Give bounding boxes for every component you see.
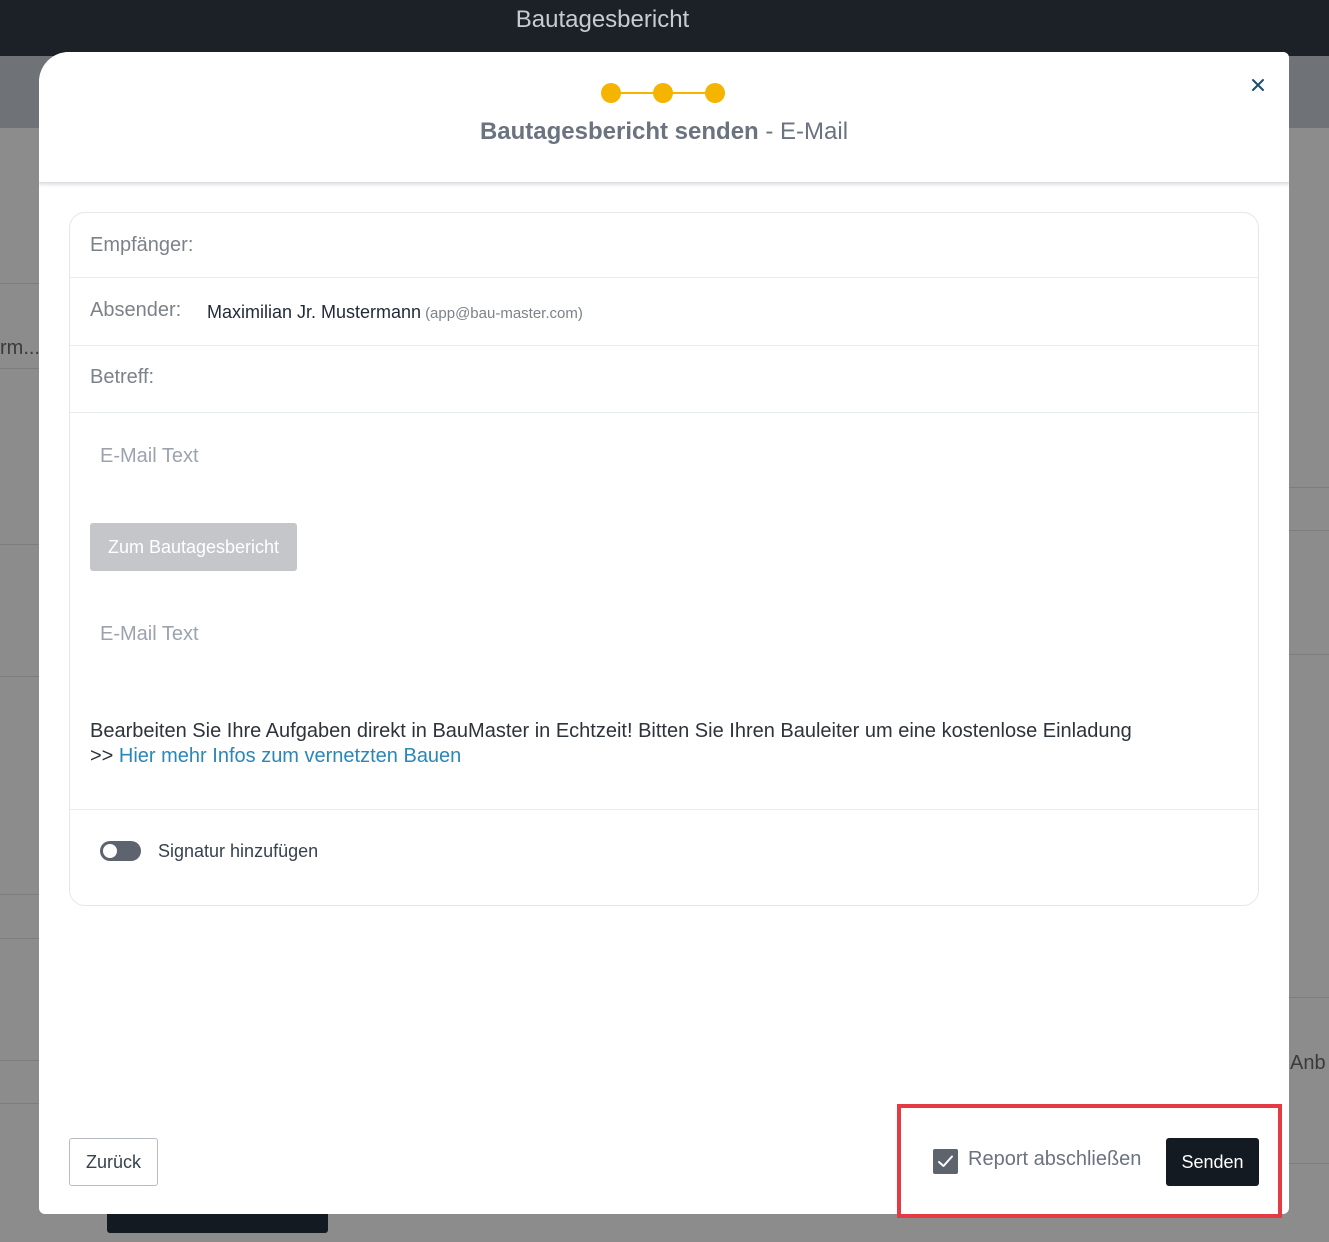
bg-divider	[0, 676, 39, 677]
step-connector	[671, 92, 707, 94]
signature-toggle[interactable]	[100, 841, 141, 861]
bg-divider	[1289, 530, 1329, 531]
bg-divider	[0, 368, 39, 369]
modal-title: Bautagesbericht senden - E-Mail	[39, 118, 1289, 146]
close-icon[interactable]	[1247, 74, 1269, 96]
card-divider	[70, 809, 1258, 810]
bg-divider	[0, 894, 39, 895]
info-paragraph: Bearbeiten Sie Ihre Aufgaben direkt in B…	[90, 719, 1240, 769]
recipient-label: Empfänger:	[90, 234, 194, 256]
bg-truncated-text: rm...	[0, 337, 40, 359]
sender-name: Maximilian Jr. Mustermann	[207, 302, 422, 322]
modal-title-main: Bautagesbericht senden	[479, 118, 759, 145]
email-form-card: Empfänger: Absender: Maximilian Jr. Must…	[69, 212, 1259, 906]
modal-title-suffix: - E-Mail	[758, 118, 849, 145]
info-text: Bearbeiten Sie Ihre Aufgaben direkt in B…	[90, 720, 1132, 742]
email-text-field-top[interactable]: E-Mail Text	[100, 445, 199, 468]
bg-divider	[1289, 487, 1329, 488]
step-dot-3	[705, 83, 725, 103]
bg-divider	[0, 544, 39, 545]
email-text-field-bottom[interactable]: E-Mail Text	[100, 623, 199, 646]
info-prefix: >>	[90, 745, 119, 767]
sender-value: Maximilian Jr. Mustermann (app@bau-master…	[207, 302, 583, 323]
bg-divider	[1289, 1163, 1329, 1164]
send-button[interactable]: Senden	[1166, 1138, 1259, 1186]
check-icon	[938, 1155, 953, 1167]
back-button[interactable]: Zurück	[69, 1138, 158, 1186]
recipient-row[interactable]: Empfänger:	[70, 213, 1258, 278]
sender-label: Absender:	[90, 299, 182, 321]
bg-divider	[0, 283, 39, 284]
step-dot-1	[601, 83, 621, 103]
modal-header: Bautagesbericht senden - E-Mail	[39, 52, 1289, 183]
finish-report-label[interactable]: Report abschließen	[968, 1148, 1141, 1171]
subject-label: Betreff:	[90, 366, 155, 388]
send-report-modal: Bautagesbericht senden - E-Mail Empfänge…	[39, 52, 1289, 1214]
bg-truncated-text: Anb	[1290, 1052, 1326, 1074]
step-connector	[619, 92, 655, 94]
signature-toggle-label: Signatur hinzufügen	[158, 841, 319, 861]
bg-divider	[1289, 654, 1329, 655]
subject-row[interactable]: Betreff:	[70, 346, 1258, 413]
bg-divider	[0, 1103, 39, 1104]
app-topbar: Bautagesbericht	[0, 0, 1329, 56]
open-report-button[interactable]: Zum Bautagesbericht	[90, 523, 297, 571]
finish-report-checkbox[interactable]	[933, 1149, 958, 1174]
step-dot-2	[653, 83, 673, 103]
sender-row: Absender: Maximilian Jr. Mustermann (app@…	[70, 278, 1258, 346]
progress-stepper	[601, 83, 727, 103]
bg-divider	[1289, 997, 1329, 998]
app-title: Bautagesbericht	[515, 6, 690, 33]
sender-email: (app@bau-master.com)	[425, 305, 583, 322]
toggle-knob	[103, 844, 117, 858]
bg-divider	[0, 938, 39, 939]
info-link[interactable]: Hier mehr Infos zum vernetzten Bauen	[119, 745, 461, 767]
bg-divider	[0, 1060, 39, 1061]
